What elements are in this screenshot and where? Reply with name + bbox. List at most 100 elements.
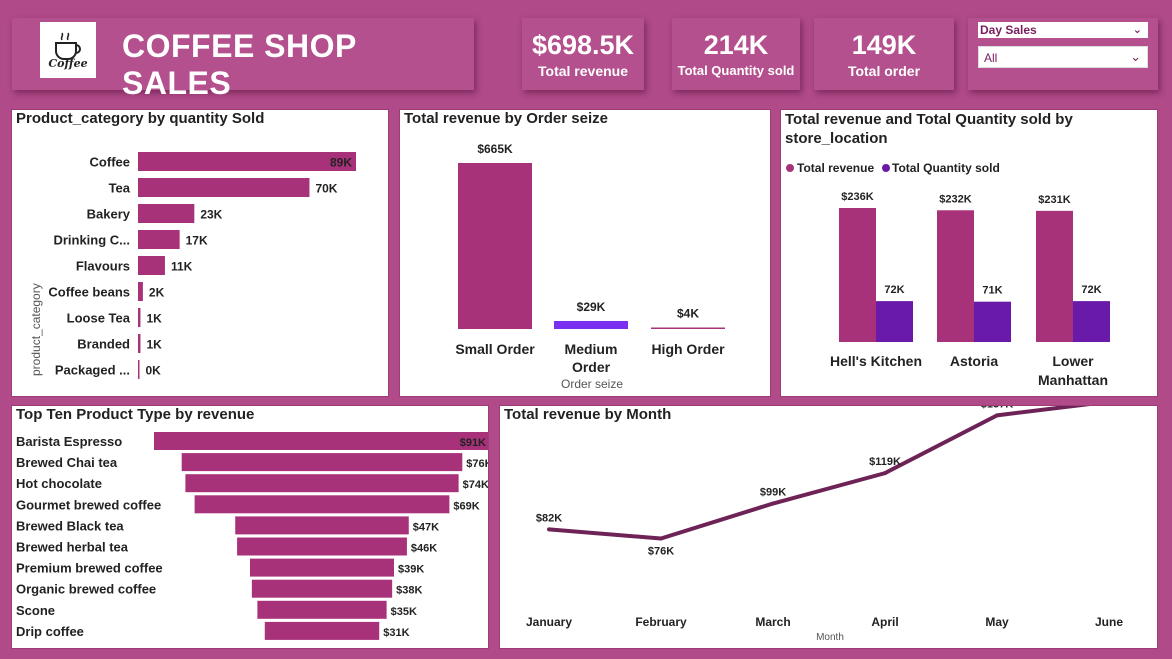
kpi-value: $698.5K (531, 30, 635, 60)
category-label: Barista Espresso (16, 434, 122, 449)
y-axis-label: product_category (29, 283, 43, 376)
data-point (659, 536, 663, 541)
bar (138, 308, 141, 327)
month-chart-panel: Total revenue by Month $82K January $76K Fe… (500, 406, 1157, 648)
x-tick-label: February (635, 615, 687, 629)
data-point (547, 527, 551, 532)
bar (237, 537, 407, 556)
data-label: $236K (841, 191, 873, 203)
data-label: $665K (477, 142, 513, 156)
data-label: 23K (200, 208, 222, 222)
data-point (995, 413, 999, 418)
data-label: 72K (1081, 284, 1101, 296)
category-label: Coffee (90, 155, 130, 170)
store-location-bar-chart: Total revenue Total Quantity sold $236K 72K… (786, 161, 1110, 388)
data-label: 89K (330, 156, 352, 170)
bar (181, 453, 463, 472)
data-label: $231K (1038, 194, 1070, 206)
bar (138, 152, 356, 171)
category-label: Drinking C... (53, 233, 130, 248)
data-label: $232K (939, 193, 971, 205)
data-label: $4K (677, 307, 699, 321)
bar (937, 210, 974, 342)
data-label: 71K (982, 285, 1002, 297)
category-label: Medium (565, 341, 618, 357)
category-label: Organic brewed coffee (16, 582, 156, 597)
bar (154, 432, 488, 450)
category-label: Hell's Kitchen (830, 353, 922, 369)
kpi-value: 149K (851, 30, 917, 60)
x-tick-label: March (755, 615, 790, 629)
chevron-down-icon[interactable]: ⌄ (1133, 22, 1142, 38)
x-tick-label: June (1095, 615, 1123, 629)
data-label: 1K (146, 338, 162, 352)
data-label: 1K (146, 312, 162, 326)
category-label: Order (572, 359, 611, 375)
legend-swatch (882, 164, 890, 172)
bar (251, 579, 393, 598)
data-label: $38K (396, 585, 422, 597)
bar (138, 178, 310, 197)
category-label: Brewed Chai tea (16, 455, 118, 470)
day-sales-slicer: Day Sales ⌄ All ⌄ (968, 18, 1158, 90)
category-label: Brewed herbal tea (16, 540, 129, 555)
logo-text: Coffee (48, 56, 88, 70)
category-bar-chart: product_category Coffee 89K Tea 70K Bakery 23K… (29, 152, 356, 379)
bar (1073, 301, 1110, 342)
bar (651, 327, 725, 329)
data-label: $69K (453, 500, 479, 512)
data-label: $46K (411, 543, 437, 555)
data-label: 72K (884, 284, 904, 296)
order-size-bar-chart: $665K Small Order $29K Medium Order $4K High O… (455, 142, 725, 391)
bar (839, 208, 876, 342)
data-label: $47K (413, 521, 439, 533)
coffee-logo: Coffee (40, 22, 96, 78)
category-label: Drip coffee (16, 624, 84, 639)
bar (185, 474, 459, 493)
bar (264, 621, 380, 640)
category-label: Coffee beans (48, 285, 130, 300)
top-ten-funnel-chart: Barista Espresso $91K Brewed Chai tea $76K H… (16, 432, 488, 640)
bar (138, 204, 195, 223)
bar (138, 230, 180, 249)
bar (235, 516, 409, 535)
kpi-label: Total Quantity sold (677, 63, 795, 78)
store-location-chart-panel: Total revenue and Total Quantity sold by… (781, 110, 1157, 396)
bar (138, 282, 143, 301)
data-label: 11K (171, 260, 193, 274)
kpi-total-order: 149K Total order (814, 18, 954, 90)
title-banner: Coffee COFFEE SHOP SALES (12, 18, 474, 101)
slicer-dropdown[interactable]: All ⌄ (978, 46, 1148, 68)
data-point (771, 501, 775, 506)
bar (138, 256, 165, 275)
order-size-chart-panel: Total revenue by Order seize $665K Small … (400, 110, 770, 396)
data-label: $29K (577, 300, 606, 314)
category-label: Flavours (76, 259, 130, 274)
data-label: $82K (536, 512, 562, 524)
category-label: Lower (1052, 353, 1094, 369)
data-label: $76K (648, 545, 674, 557)
x-tick-label: May (985, 615, 1009, 629)
bar (138, 360, 140, 379)
slicer-field-label: Day Sales (980, 23, 1037, 37)
data-point (883, 471, 887, 476)
category-label: Brewed Black tea (16, 518, 124, 533)
category-label: Tea (109, 181, 131, 196)
bar (974, 301, 1011, 342)
bar (138, 334, 141, 353)
category-label: Hot chocolate (16, 476, 102, 491)
legend-label: Total revenue (797, 161, 874, 175)
chevron-down-icon[interactable]: ⌄ (1130, 46, 1141, 68)
data-label: $99K (760, 487, 786, 499)
data-label: $74K (463, 479, 488, 491)
series-line (548, 406, 1091, 541)
bar (257, 600, 387, 619)
category-label: Premium brewed coffee (16, 561, 163, 576)
kpi-label: Total revenue (538, 63, 628, 79)
top-ten-chart-panel: Top Ten Product Type by revenue Barista … (12, 406, 488, 648)
slicer-header[interactable]: Day Sales ⌄ (978, 22, 1148, 38)
data-label: $119K (869, 456, 901, 468)
kpi-label: Total order (847, 63, 921, 79)
category-label: High Order (651, 341, 725, 357)
category-chart-panel: Product_category by quantity Sold produc… (12, 110, 388, 396)
